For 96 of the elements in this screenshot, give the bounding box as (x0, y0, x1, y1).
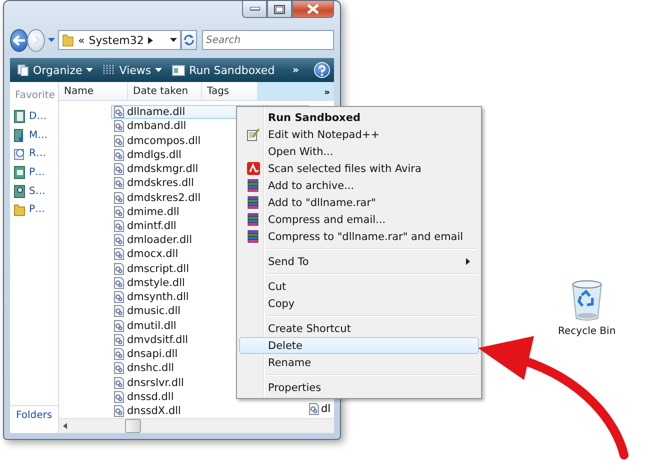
menu-item[interactable]: Cut (239, 278, 479, 295)
menu-item[interactable]: Properties (239, 379, 479, 396)
window-icon (172, 64, 186, 76)
gear-file-icon (114, 206, 124, 218)
nav-link[interactable]: R… (10, 144, 58, 164)
clock-icon (14, 147, 25, 160)
close-button[interactable] (292, 1, 334, 18)
horizontal-scrollbar[interactable] (59, 418, 334, 433)
forward-button[interactable] (27, 28, 46, 52)
caret-icon (155, 68, 162, 72)
close-icon (307, 4, 319, 14)
gear-file-icon (114, 234, 124, 246)
caret-icon (48, 38, 56, 42)
folder-icon (62, 33, 74, 47)
back-arrow-icon (12, 34, 26, 46)
caret-icon (86, 68, 94, 72)
book-stack-icon (247, 230, 259, 243)
gear-file-icon (114, 291, 124, 304)
maximize-icon (274, 4, 285, 14)
refresh-button[interactable] (180, 30, 198, 50)
recycle-bin-label[interactable]: Recycle Bin (558, 326, 616, 337)
toolbar-button[interactable]: Run Sandboxed (169, 62, 278, 78)
gear-file-icon (309, 403, 319, 415)
picture-icon (14, 166, 25, 179)
gear-file-icon (114, 148, 124, 161)
column-overflow-button[interactable]: » (258, 82, 334, 100)
gear-file-icon (114, 134, 124, 147)
nav-link[interactable]: P… (10, 163, 58, 182)
help-icon[interactable] (314, 62, 330, 78)
file-item[interactable]: dnssdX.dll (111, 404, 309, 418)
book-stack-icon (247, 179, 259, 192)
gear-file-icon (114, 362, 124, 374)
breadcrumb-item[interactable]: System32 (88, 34, 144, 46)
toolbar-overflow-button[interactable]: » (290, 62, 302, 78)
nav-header: Favorite (14, 89, 56, 103)
minimize-icon (250, 7, 260, 11)
folder-icon (14, 203, 25, 216)
gear-file-icon (114, 348, 124, 360)
nav-link[interactable]: S… (10, 182, 58, 200)
book-stack-icon (247, 213, 259, 226)
scroll-left-icon[interactable] (63, 423, 67, 429)
document-icon (14, 110, 25, 123)
umbrella-logo-icon (246, 162, 260, 175)
menu-item[interactable]: Compress to "dllname.rar" and email (239, 228, 479, 245)
menu-item[interactable]: Scan selected files with Avira (239, 160, 479, 177)
notepad-icon (246, 128, 260, 141)
nav-link[interactable]: M… (10, 126, 58, 144)
menu-item[interactable]: Rename (239, 354, 479, 371)
gear-file-icon (114, 320, 124, 332)
address-dropdown-icon[interactable] (170, 38, 177, 42)
gear-file-icon (114, 163, 124, 176)
gear-file-icon (114, 120, 124, 132)
gear-file-icon (114, 334, 124, 346)
file-item[interactable]: dl (309, 402, 331, 416)
breadcrumb-overflow[interactable]: « (78, 34, 85, 46)
gear-file-icon (114, 177, 124, 190)
gear-file-icon (114, 390, 124, 403)
maximize-button[interactable] (267, 1, 292, 18)
scroll-thumb[interactable] (125, 419, 141, 433)
refresh-icon (182, 34, 195, 46)
gear-file-icon (114, 376, 124, 389)
breadcrumb-arrow-icon[interactable] (148, 36, 153, 44)
menu-item[interactable]: Compress and email... (239, 211, 479, 228)
menu-item[interactable]: Add to archive... (239, 177, 479, 194)
pages-icon (17, 64, 29, 76)
grid-icon (103, 64, 116, 76)
gear-file-icon (114, 262, 124, 275)
folders-button[interactable]: Folders (10, 405, 58, 433)
toolbar-button[interactable]: Views (100, 62, 166, 78)
book-stack-icon (247, 196, 259, 209)
menu-item[interactable]: Send To (239, 253, 479, 270)
gear-file-icon (114, 405, 124, 418)
nav-link[interactable]: D… (10, 107, 58, 126)
gear-file-icon (114, 276, 124, 289)
menu-item[interactable]: Open With... (239, 143, 479, 160)
gear-file-icon (114, 106, 124, 118)
address-bar[interactable]: « System32 (58, 30, 181, 50)
menu-item[interactable]: Delete (239, 337, 479, 354)
gear-file-icon (114, 248, 124, 260)
menu-item[interactable]: Copy (239, 295, 479, 312)
magnifier-icon (14, 184, 25, 198)
gear-file-icon (114, 220, 124, 232)
menu-item[interactable]: Create Shortcut (239, 320, 479, 337)
music-icon (14, 128, 25, 142)
recycle-bin-icon[interactable] (570, 279, 604, 322)
search-field[interactable]: Search (202, 30, 334, 50)
nav-link[interactable]: P… (10, 200, 58, 220)
back-button[interactable] (10, 28, 28, 52)
gear-file-icon (114, 192, 124, 204)
column-header[interactable]: Date taken (128, 82, 202, 100)
minimize-button[interactable] (242, 1, 267, 18)
toolbar-button[interactable]: Organize (14, 62, 96, 78)
menu-item[interactable]: Add to "dllname.rar" (239, 194, 479, 211)
menu-item[interactable]: Edit with Notepad++ (239, 126, 479, 143)
column-header[interactable]: Name (59, 82, 128, 100)
gear-file-icon (114, 305, 124, 318)
